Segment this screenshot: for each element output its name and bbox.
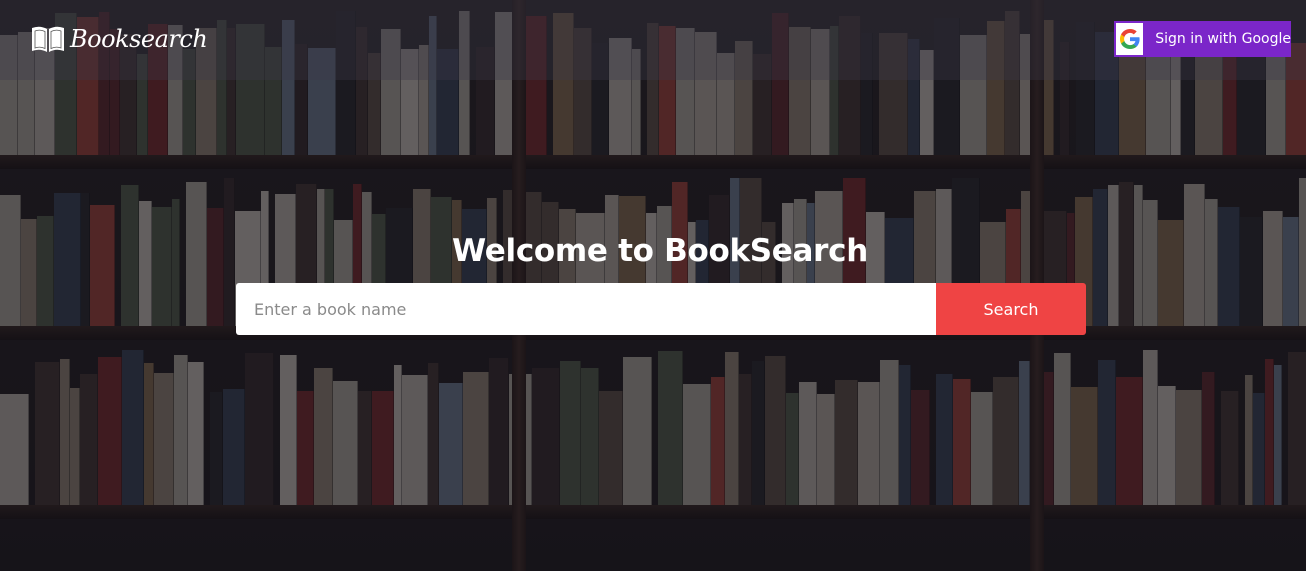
search-input[interactable]: [236, 283, 936, 335]
top-header: Booksearch Sign in with Google: [0, 0, 1306, 80]
google-sign-in-label: Sign in with Google: [1155, 31, 1291, 47]
search-button[interactable]: Search: [936, 283, 1086, 335]
google-g-icon: [1116, 23, 1144, 55]
page-title: Welcome to BookSearch: [452, 233, 868, 269]
brand-logo[interactable]: Booksearch: [30, 22, 208, 56]
google-sign-in-button[interactable]: Sign in with Google: [1114, 21, 1291, 57]
search-form: Search: [236, 283, 1086, 335]
open-book-icon: [30, 24, 66, 54]
logo-text: Booksearch: [70, 25, 208, 53]
